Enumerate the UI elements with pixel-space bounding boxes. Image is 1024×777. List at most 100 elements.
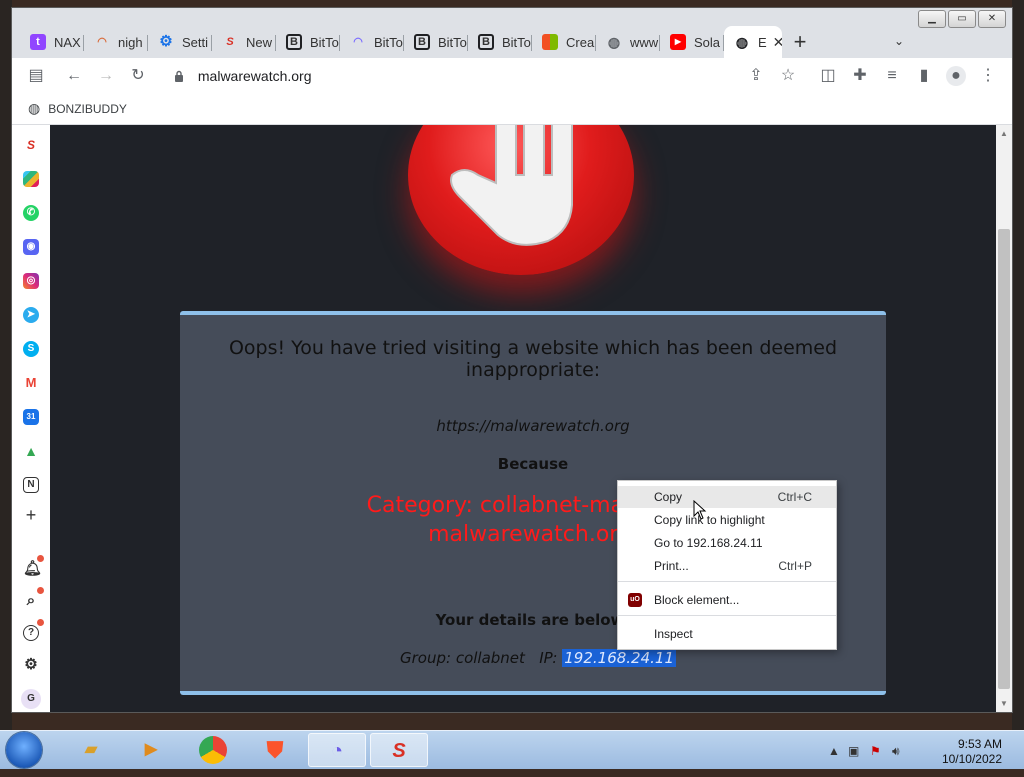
- slack-icon[interactable]: [23, 171, 39, 187]
- sidebar-toggle-icon[interactable]: ▤: [26, 66, 46, 86]
- tab-11[interactable]: ▶ Sola: [660, 26, 724, 58]
- menu-item-go-to[interactable]: Go to 192.168.24.11: [618, 532, 836, 554]
- tab-9[interactable]: Crea: [532, 26, 596, 58]
- file-explorer-icon[interactable]: ▰: [62, 733, 120, 767]
- action-center-flag-icon[interactable]: ⚑: [870, 744, 881, 758]
- media-player-icon[interactable]: ▶: [122, 733, 180, 767]
- tab-label: E: [758, 34, 767, 50]
- drive-icon[interactable]: ▲: [23, 443, 39, 459]
- close-window-button[interactable]: ✕: [978, 10, 1006, 28]
- menu-kebab-icon[interactable]: ⋮: [978, 66, 998, 86]
- globe-icon: ◍: [735, 34, 749, 50]
- profile-avatar-icon[interactable]: ●: [946, 66, 966, 86]
- calendar-icon[interactable]: 31: [23, 409, 39, 425]
- bittorrent-icon[interactable]: ◔: [308, 733, 366, 767]
- tab-active[interactable]: ◍ E ✕: [724, 26, 782, 58]
- side-panel-icon[interactable]: ▮: [914, 66, 934, 86]
- s-logo-icon: S: [226, 36, 234, 48]
- tab-1[interactable]: t NAX: [20, 26, 84, 58]
- share-icon[interactable]: ⇪: [746, 66, 766, 86]
- profile-avatar[interactable]: G: [21, 689, 41, 709]
- notification-dot: [37, 619, 44, 626]
- b-logo-icon: B: [414, 34, 430, 50]
- s-logo-icon[interactable]: S: [23, 137, 39, 153]
- tab-4[interactable]: S New: [212, 26, 276, 58]
- tab-10[interactable]: ◍ www: [596, 26, 660, 58]
- clock[interactable]: 9:53 AM 10/10/2022: [942, 737, 1002, 767]
- menu-item-block-element[interactable]: uO Block element...: [618, 589, 836, 611]
- brave-icon[interactable]: ⛊: [246, 733, 304, 767]
- tab-7[interactable]: B BitTo: [404, 26, 468, 58]
- instagram-icon[interactable]: ◎: [23, 273, 39, 289]
- forward-icon[interactable]: →: [96, 66, 116, 86]
- bittorrent-icon: ◠: [353, 36, 363, 48]
- add-app-icon[interactable]: +: [23, 506, 39, 524]
- minimize-button[interactable]: ▁: [918, 10, 946, 28]
- vertical-scrollbar[interactable]: ▲ ▼: [996, 125, 1012, 712]
- back-icon[interactable]: ←: [64, 66, 84, 86]
- notion-icon[interactable]: N: [23, 477, 39, 493]
- menu-item-copy-link-to-highlight[interactable]: Copy link to highlight: [618, 509, 836, 531]
- help-icon[interactable]: ?: [23, 625, 39, 641]
- close-tab-icon[interactable]: ✕: [773, 34, 782, 51]
- page-content: Oops! You have tried visiting a website …: [50, 125, 996, 712]
- tray-overflow-icon[interactable]: ▲: [828, 744, 840, 758]
- whatsapp-icon[interactable]: ✆: [23, 205, 39, 221]
- skype-icon[interactable]: S: [23, 341, 39, 357]
- tabs: t NAX ◠ nigh ⚙ Setti S New B BitTo ◠ Bit…: [20, 26, 818, 58]
- tab-8[interactable]: B BitTo: [468, 26, 532, 58]
- network-icon[interactable]: ▣: [848, 744, 859, 758]
- address-bar[interactable]: malwarewatch.org: [174, 64, 312, 88]
- b-logo-icon: B: [286, 34, 302, 50]
- new-tab-button[interactable]: +: [782, 26, 818, 58]
- scroll-down-icon[interactable]: ▼: [1000, 699, 1008, 708]
- menu-item-shortcut: Ctrl+P: [778, 559, 812, 573]
- split-view-icon[interactable]: ◫: [818, 66, 838, 86]
- bookmark-star-icon[interactable]: ☆: [778, 66, 798, 86]
- tab-label: New: [246, 34, 273, 50]
- search-icon[interactable]: ⌕: [23, 593, 39, 609]
- menu-item-shortcut: Ctrl+C: [777, 490, 812, 504]
- tab-search-chevron-icon[interactable]: ⌄: [894, 34, 904, 48]
- address-text: malwarewatch.org: [197, 68, 312, 84]
- notifications-bell-icon[interactable]: 🔔︎: [23, 561, 42, 577]
- start-button[interactable]: [6, 732, 42, 768]
- discord-icon[interactable]: ◉: [23, 239, 39, 255]
- tab-label: NAX: [54, 34, 81, 50]
- menu-item-label: Block element...: [654, 593, 740, 607]
- taskbar: ▰ ▶ ⛊ ◔ S ▲ ▣ ⚑ 🔊︎ 9:53 AM 10/10/2022: [0, 730, 1024, 769]
- s-logo-icon[interactable]: S: [370, 733, 428, 767]
- volume-icon[interactable]: 🔊︎: [892, 744, 900, 759]
- maximize-button[interactable]: ▭: [948, 10, 976, 28]
- tab-2[interactable]: ◠ nigh: [84, 26, 148, 58]
- menu-item-label: Go to 192.168.24.11: [654, 536, 763, 550]
- selected-ip[interactable]: 192.168.24.11: [562, 649, 676, 667]
- menu-item-label: Print...: [654, 559, 689, 573]
- clock-time: 9:53 AM: [957, 737, 1002, 751]
- settings-gear-icon[interactable]: ⚙: [23, 657, 39, 673]
- scroll-up-icon[interactable]: ▲: [1000, 129, 1008, 138]
- tab-5[interactable]: B BitTo: [276, 26, 340, 58]
- tab-label: BitTo: [374, 34, 403, 50]
- reload-icon[interactable]: ↻: [128, 66, 148, 86]
- menu-item-print[interactable]: Print... Ctrl+P: [618, 555, 836, 577]
- clock-date: 10/10/2022: [941, 752, 1002, 766]
- hand-shape: [450, 125, 573, 246]
- tab-6[interactable]: ◠ BitTo: [340, 26, 404, 58]
- tab-3[interactable]: ⚙ Setti: [148, 26, 212, 58]
- bookmark-item[interactable]: ◍ BONZIBUDDY: [28, 100, 127, 117]
- desktop-edge-left: [0, 0, 12, 730]
- window-controls: ▁ ▭ ✕: [918, 10, 1006, 28]
- media-queue-icon[interactable]: ≡: [882, 66, 902, 86]
- gmail-icon[interactable]: M: [23, 375, 39, 391]
- menu-separator: [618, 615, 836, 616]
- scroll-thumb[interactable]: [998, 229, 1010, 689]
- telegram-icon[interactable]: ➤: [23, 307, 39, 323]
- extensions-icon[interactable]: ✚: [850, 66, 870, 86]
- mouse-cursor-icon: [693, 500, 707, 520]
- menu-item-copy[interactable]: Copy Ctrl+C: [618, 486, 836, 508]
- lock-icon: [175, 70, 183, 82]
- chrome-icon[interactable]: [184, 733, 242, 767]
- globe-icon: ◍: [607, 34, 621, 50]
- menu-item-inspect[interactable]: Inspect: [618, 623, 836, 645]
